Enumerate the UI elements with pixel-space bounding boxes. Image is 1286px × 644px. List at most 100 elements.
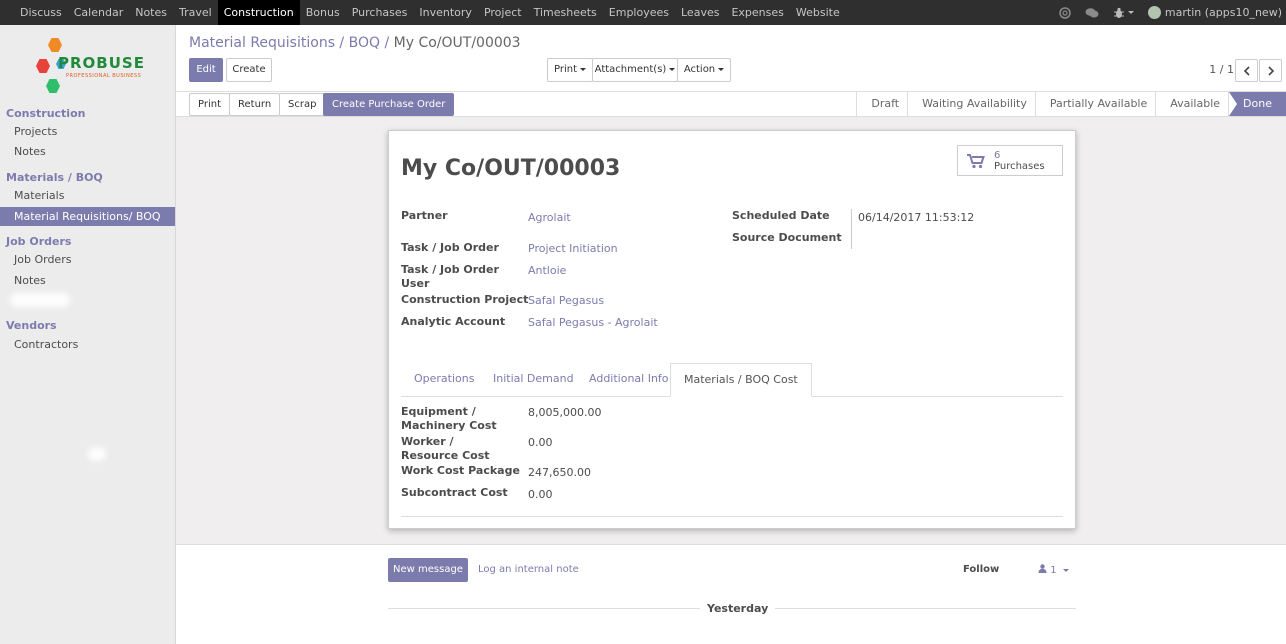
tab-initial-demand[interactable]: Initial Demand — [480, 363, 587, 397]
sheet-divider — [401, 516, 1063, 517]
logo-tagline: PROFESSIONAL BUSINESS — [66, 73, 142, 79]
construction-project-value[interactable]: Safal Pegasus — [528, 294, 604, 308]
analytic-account-label: Analytic Account — [401, 315, 506, 328]
user-icon — [1038, 564, 1047, 573]
action-menu-button[interactable]: Action — [677, 58, 731, 82]
tab-additional-info[interactable]: Additional Info — [576, 363, 682, 397]
subcontract-cost-label: Subcontract Cost — [401, 486, 508, 499]
analytic-account-value[interactable]: Safal Pegasus - Agrolait — [528, 316, 658, 330]
breadcrumb-parent[interactable]: Material Requisitions / BOQ — [189, 35, 380, 51]
edit-button[interactable]: Edit — [189, 58, 223, 82]
source-document-label: Source Document — [732, 231, 842, 244]
control-panel: Material Requisitions / BOQ / My Co/OUT/… — [176, 25, 1286, 91]
work-cost-package-value[interactable]: 247,650.00 — [528, 466, 591, 480]
menu-expenses[interactable]: Expenses — [725, 0, 789, 25]
stage-available[interactable]: Available — [1155, 92, 1229, 116]
sidebar-item-projects[interactable]: Projects — [0, 122, 175, 141]
chatter: New message Log an internal note Follow … — [176, 544, 1286, 644]
menu-discuss[interactable]: Discuss — [14, 0, 68, 25]
breadcrumb-current: My Co/OUT/00003 — [393, 35, 521, 51]
purchases-smart-button[interactable]: 6 Purchases — [957, 145, 1063, 176]
sidebar-item-contractors[interactable]: Contractors — [0, 335, 175, 354]
equipment-cost-value[interactable]: 8,005,000.00 — [528, 406, 601, 420]
sidebar-section-job-orders[interactable]: Job Orders — [6, 235, 71, 248]
user-name: martin (apps10_new) — [1164, 6, 1282, 19]
stage-done[interactable]: Done — [1228, 92, 1286, 116]
logo-brand: PROBUSE — [58, 54, 145, 72]
subcontract-cost-value[interactable]: 0.00 — [528, 488, 553, 502]
sidebar-section-materials-boq[interactable]: Materials / BOQ — [6, 171, 103, 184]
menu-website[interactable]: Website — [790, 0, 846, 25]
worker-cost-value[interactable]: 0.00 — [528, 436, 553, 450]
sidebar-section-vendors[interactable]: Vendors — [6, 319, 57, 332]
purchases-count: 6 — [994, 149, 1001, 161]
partner-label: Partner — [401, 209, 448, 222]
pager-next-button[interactable] — [1259, 59, 1282, 82]
create-purchase-order-button[interactable]: Create Purchase Order — [323, 93, 455, 116]
followers-count: 1 — [1050, 565, 1057, 576]
task-job-order-label: Task / Job Order — [401, 241, 499, 254]
menu-project[interactable]: Project — [478, 0, 528, 25]
scheduled-date-value[interactable]: 06/14/2017 11:53:12 — [858, 211, 974, 225]
menu-timesheets[interactable]: Timesheets — [528, 0, 603, 25]
menu-inventory[interactable]: Inventory — [413, 0, 478, 25]
construction-project-label: Construction Project — [401, 293, 529, 306]
menu-leaves[interactable]: Leaves — [675, 0, 725, 25]
chevron-left-icon — [1243, 65, 1250, 76]
blurred-mark — [88, 447, 106, 461]
app-menu: Discuss Calendar Notes Travel Constructi… — [0, 0, 846, 25]
breadcrumb-separator: / — [384, 35, 390, 51]
sidebar: PROBUSE PROFESSIONAL BUSINESS Constructi… — [0, 25, 176, 644]
chat-icon[interactable] — [1085, 7, 1099, 19]
new-message-button[interactable]: New message — [388, 558, 468, 582]
menu-construction[interactable]: Construction — [217, 0, 300, 25]
pager-value: 1 / 1 — [1209, 63, 1234, 76]
menu-employees[interactable]: Employees — [603, 0, 675, 25]
caret-down-icon — [580, 67, 586, 71]
statusbar: Print Return Scrap Create Purchase Order… — [176, 91, 1286, 117]
top-navbar: Discuss Calendar Notes Travel Constructi… — [0, 0, 1286, 25]
return-button[interactable]: Return — [229, 93, 281, 116]
task-job-order-value[interactable]: Project Initiation — [528, 242, 618, 256]
followers-button[interactable]: 1 — [1038, 564, 1069, 576]
print-button[interactable]: Print — [189, 93, 231, 116]
caret-down-icon — [718, 67, 725, 71]
sidebar-item-material-requisitions[interactable]: Material Requisitions/ BOQ — [0, 207, 175, 226]
log-note-link[interactable]: Log an internal note — [478, 564, 579, 575]
tab-materials-boq-cost[interactable]: Materials / BOQ Cost — [670, 363, 812, 397]
support-icon[interactable] — [1059, 6, 1071, 19]
sidebar-section-construction[interactable]: Construction — [6, 107, 85, 120]
tab-operations[interactable]: Operations — [401, 363, 487, 397]
shopping-cart-icon — [967, 153, 985, 168]
partner-value[interactable]: Agrolait — [528, 211, 571, 225]
task-job-order-user-label: Task / Job Order User — [401, 263, 499, 290]
stage-waiting-availability[interactable]: Waiting Availability — [907, 92, 1035, 116]
task-job-order-user-value[interactable]: Antloie — [528, 264, 566, 278]
sidebar-item-job-notes[interactable]: Notes — [0, 271, 175, 290]
sidebar-item-materials[interactable]: Materials — [0, 186, 175, 205]
day-label: Yesterday — [700, 602, 776, 615]
form-sheet: My Co/OUT/00003 6 Purchases Partner Agro… — [388, 130, 1076, 529]
scrap-button[interactable]: Scrap — [279, 93, 326, 116]
pager-previous-button[interactable] — [1235, 59, 1258, 82]
sidebar-item-job-orders[interactable]: Job Orders — [0, 250, 175, 269]
debug-bug-icon[interactable] — [1113, 7, 1134, 19]
worker-cost-label: Worker / Resource Cost — [401, 435, 490, 462]
print-menu-button[interactable]: Print — [547, 58, 593, 82]
menu-travel[interactable]: Travel — [173, 0, 218, 25]
menu-calendar[interactable]: Calendar — [68, 0, 129, 25]
user-menu[interactable]: martin (apps10_new) — [1147, 6, 1282, 19]
create-button[interactable]: Create — [226, 58, 272, 82]
purchases-label: Purchases — [994, 160, 1045, 172]
attachments-menu-label: Attachment(s) — [594, 64, 667, 75]
menu-purchases[interactable]: Purchases — [346, 0, 414, 25]
follow-button[interactable]: Follow — [963, 564, 999, 575]
field-divider — [851, 209, 852, 249]
menu-bonus[interactable]: Bonus — [300, 0, 346, 25]
scheduled-date-label: Scheduled Date — [732, 209, 830, 222]
menu-notes[interactable]: Notes — [129, 0, 173, 25]
sidebar-item-notes[interactable]: Notes — [0, 142, 175, 161]
stage-draft[interactable]: Draft — [856, 92, 908, 116]
attachments-menu-button[interactable]: Attachment(s) — [592, 58, 678, 82]
stage-partially-available[interactable]: Partially Available — [1034, 92, 1156, 116]
